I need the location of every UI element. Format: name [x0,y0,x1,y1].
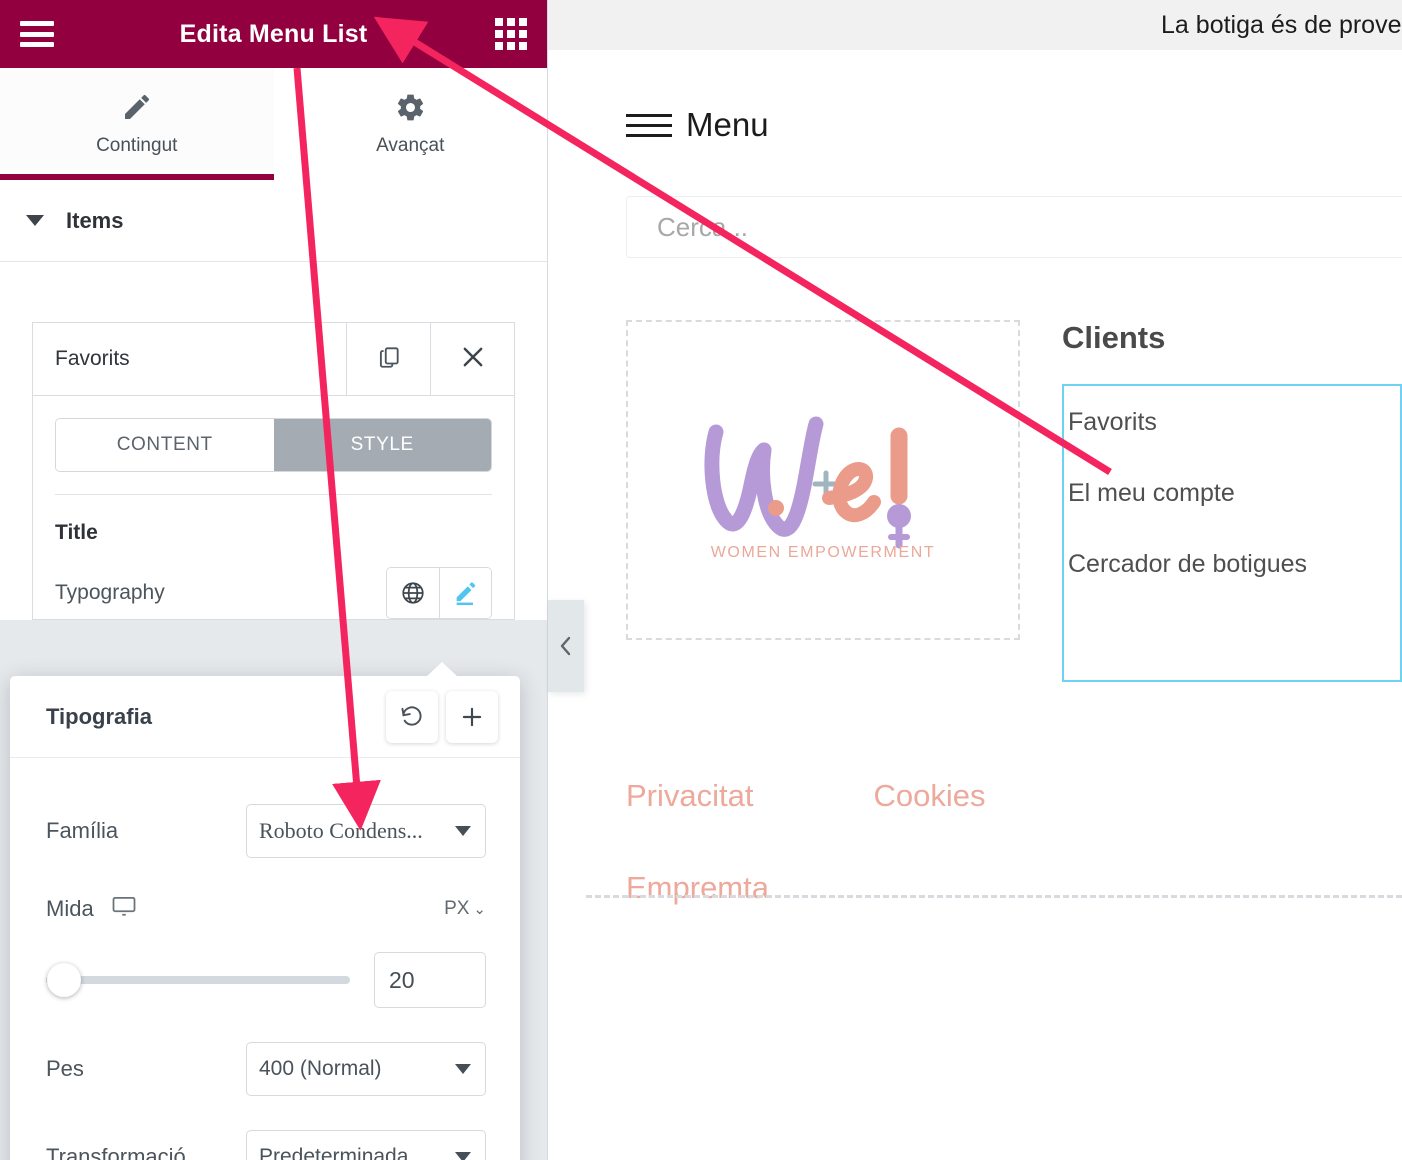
preview-menu-label: Menu [686,106,769,143]
clients-link-el-meu-compte[interactable]: El meu compte [1064,481,1400,506]
chevron-down-icon: ⌄ [473,901,486,918]
store-notice-text: La botiga és de proves [1161,10,1402,39]
typography-weight-value: 400 (Normal) [259,1057,382,1080]
repeater-item-label: Favorits [55,347,130,370]
clients-link-favorits[interactable]: Favorits [1064,410,1400,435]
typography-weight-row: Pes 400 (Normal) [46,1042,486,1096]
typography-size-slider[interactable] [46,963,350,997]
typography-transform-field[interactable]: Predeterminada [246,1130,486,1160]
footer-link-privacitat[interactable]: Privacitat [626,778,753,814]
segment-style[interactable]: STYLE [273,419,491,471]
clients-heading: Clients [1062,320,1166,355]
gear-icon [395,92,426,123]
remove-item-button[interactable] [430,323,514,395]
typography-control-row: Typography [55,567,492,619]
section-items-title: Items [66,207,124,233]
clients-column: Clients Favorits El meu compte Cercador … [1062,320,1402,682]
plus-icon[interactable] [446,690,498,743]
typography-size-unit: PX [444,898,470,919]
hamburger-icon[interactable] [20,21,54,47]
section-items-header[interactable]: Items [0,180,547,262]
typography-family-label: Família [46,818,119,843]
pencil-icon [121,91,153,123]
typography-control-buttons [386,567,492,619]
search-input[interactable]: Cerca... [626,196,1402,258]
chevron-down-icon [455,826,471,836]
tab-avancat[interactable]: Avançat [273,68,547,180]
typography-size-input[interactable]: 20 [374,952,486,1008]
chevron-down-icon [455,1152,471,1160]
editor-panel: Edita Menu List Contingut Avançat Items … [0,0,548,1160]
tab-contingut[interactable]: Contingut [0,68,274,180]
typography-popover: Tipografia Família Roboto Condens... Mid… [10,662,520,1160]
content-style-segmented: CONTENT STYLE [55,418,492,472]
typography-family-value: Roboto Condens... [259,818,423,843]
logo-tagline: WOMEN EMPOWERMENT [710,544,936,561]
typography-popover-actions [386,690,498,743]
chevron-down-icon [455,1064,471,1074]
repeater-item-header[interactable]: Favorits [33,323,514,395]
typography-size-row: Mida PX ⌄ [46,892,486,926]
footer-link-empremta[interactable]: Empremta [626,870,769,906]
preview-columns: WOMEN EMPOWERMENT Clients Favorits El me… [626,320,1402,682]
items-repeater: Favorits CONTENT STYLE Title Typography [0,262,547,620]
caret-down-icon [26,215,44,226]
section-bottom-dashed-divider [586,895,1402,898]
footer-row-first: Privacitat Cookies [626,778,1402,814]
grid-apps-icon[interactable] [495,18,527,50]
menu-list-widget-selected[interactable]: Favorits El meu compte Cercador de botig… [1062,384,1402,682]
typography-family-field[interactable]: Roboto Condens... [246,804,486,858]
typography-weight-field[interactable]: 400 (Normal) [246,1042,486,1096]
typography-popover-title: Tipografia [46,703,152,729]
copy-icon [376,344,402,375]
repeater-item-body: CONTENT STYLE Title Typography [33,395,514,619]
search-placeholder: Cerca... [657,211,749,242]
typography-transform-value: Predeterminada [259,1145,409,1160]
preview-menu-toggle[interactable]: Menu [626,106,1402,144]
style-group-title: Title Typography [55,494,492,619]
clients-link-cercador-de-botigues[interactable]: Cercador de botigues [1064,552,1400,577]
style-group-title-label: Title [55,521,98,544]
hamburger-icon [626,113,672,137]
logo-column: WOMEN EMPOWERMENT [626,320,1020,640]
logo-mark-icon [673,398,973,558]
site-logo: WOMEN EMPOWERMENT [673,398,973,562]
typography-size-label: Mida [46,892,138,926]
typography-weight-label: Pes [46,1056,84,1081]
site-preview: La botiga és de proves Menu Cerca... WOM… [548,0,1402,1160]
footer-row-second: Empremta [626,870,1402,906]
collapse-panel-button[interactable] [548,600,584,692]
page-title: Edita Menu List [179,19,368,48]
typography-transform-row: Transformació Predeterminada [46,1130,486,1160]
preview-body: Menu Cerca... WOMEN EMPOWERMENT Clients … [548,50,1402,906]
pencil-edit-icon[interactable] [439,568,491,618]
footer-links: Privacitat Cookies Empremta [626,778,1402,906]
tab-avancat-label: Avançat [376,134,445,156]
close-icon [459,343,487,376]
editor-tabs: Contingut Avançat [0,68,547,180]
store-notice-bar: La botiga és de proves [548,0,1402,50]
desktop-icon[interactable] [110,892,138,926]
typography-popover-body: Família Roboto Condens... Mida PX ⌄ 20 P… [10,758,520,1160]
footer-link-cookies[interactable]: Cookies [873,778,985,814]
typography-transform-label: Transformació [46,1144,186,1160]
typography-size-slider-row: 20 [46,952,486,1008]
typography-size-unit-selector[interactable]: PX ⌄ [444,898,486,920]
globe-icon[interactable] [387,568,439,618]
editor-header: Edita Menu List [0,0,547,68]
segment-content[interactable]: CONTENT [56,419,274,471]
repeater-item-favorits: Favorits CONTENT STYLE Title Typography [32,322,515,620]
slider-thumb[interactable] [47,963,82,997]
reset-icon[interactable] [386,690,438,743]
chevron-left-icon [556,632,576,660]
duplicate-item-button[interactable] [346,323,430,395]
tab-contingut-label: Contingut [96,135,178,156]
typography-popover-header: Tipografia [10,676,520,758]
typography-family-row: Família Roboto Condens... [46,804,486,858]
typography-size-label-text: Mida [46,896,94,921]
typography-control-label: Typography [55,581,165,604]
